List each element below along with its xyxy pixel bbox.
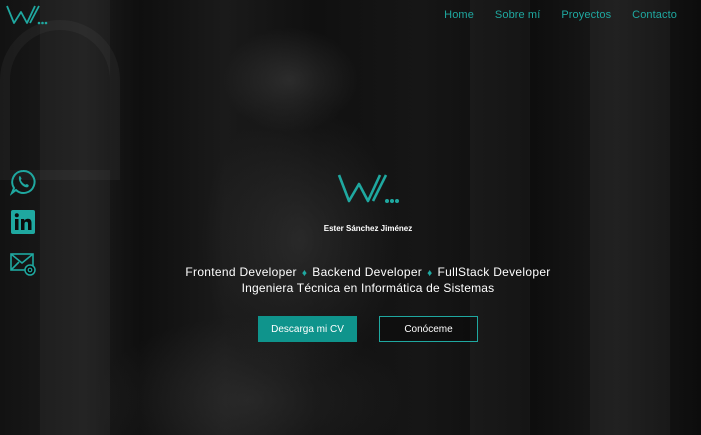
brand-logo[interactable] xyxy=(6,4,48,26)
role-separator: ♦ xyxy=(427,268,433,279)
role-separator: ♦ xyxy=(301,268,308,279)
background-arch xyxy=(0,20,120,180)
role-frontend: Frontend Developer xyxy=(185,265,297,279)
hero-roles: Frontend Developer ♦ Backend Developer ♦ Ful… xyxy=(0,265,701,279)
about-me-button[interactable]: Conóceme xyxy=(379,316,478,342)
center-logo xyxy=(337,174,399,203)
nav-proyectos[interactable]: Proyectos xyxy=(561,9,611,21)
nav-home[interactable]: Home xyxy=(444,9,474,21)
download-cv-button[interactable]: Descarga mi CV xyxy=(258,316,357,342)
role-fullstack: FullStack Developer xyxy=(437,265,551,279)
role-backend: Backend Developer xyxy=(312,265,423,279)
social-links xyxy=(10,168,36,276)
hero-background xyxy=(0,0,701,435)
nav-sobre-mi[interactable]: Sobre mí xyxy=(495,9,540,21)
background-column xyxy=(590,0,670,435)
whatsapp-icon[interactable] xyxy=(10,168,36,196)
background-column xyxy=(470,0,530,435)
nav-contacto[interactable]: Contacto xyxy=(632,9,677,21)
hero-name: Ester Sánchez Jiménez xyxy=(323,224,413,233)
main-nav: Home Sobre mí Proyectos Contacto xyxy=(444,9,677,21)
hero-degree: Ingeniera Técnica en Informática de Sist… xyxy=(241,281,495,295)
